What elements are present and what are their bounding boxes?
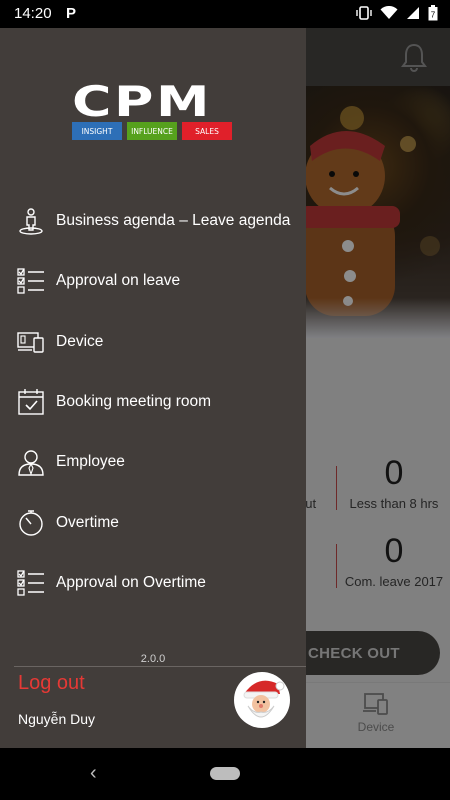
menu-item-approval-on-overtime[interactable]: Approval on Overtime: [0, 553, 306, 613]
battery-icon: 7: [428, 5, 438, 21]
status-bar: 14:20 P 7: [0, 0, 450, 28]
parking-app-icon: P: [66, 5, 77, 22]
menu-item-employee[interactable]: Employee: [0, 432, 306, 492]
menu-label: Device: [56, 332, 104, 350]
santa-avatar-image: [235, 673, 289, 727]
menu-item-device[interactable]: Device: [0, 312, 306, 372]
logo-text: CPM: [72, 77, 213, 126]
menu-label: Overtime: [56, 513, 119, 531]
checklist-icon: [17, 570, 44, 596]
signal-icon: [407, 7, 419, 19]
menu-label: Employee: [56, 453, 125, 471]
wifi-icon: [380, 6, 398, 19]
menu-item-approval-on-leave[interactable]: Approval on leave: [0, 251, 306, 311]
menu-label: Business agenda – Leave agenda: [56, 212, 291, 230]
menu-item-booking-meeting-room[interactable]: Booking meeting room: [0, 372, 306, 432]
devices-icon: [17, 332, 44, 353]
vibrate-icon: [356, 6, 372, 20]
cpm-logo: CPM INSIGHT INFLUENCE SALES: [72, 81, 234, 144]
menu-item-business-agenda[interactable]: Business agenda – Leave agenda: [0, 191, 306, 251]
menu-label: Approval on Overtime: [56, 573, 206, 591]
person-location-icon: [19, 208, 43, 235]
stopwatch-icon: [19, 509, 43, 536]
system-navigation-bar: ‹: [0, 748, 450, 800]
app-version: 2.0.0: [140, 653, 166, 665]
calendar-check-icon: [18, 389, 44, 415]
menu-label: Approval on leave: [56, 272, 181, 290]
status-time: 14:20: [14, 5, 52, 22]
checklist-icon: [17, 268, 44, 295]
svg-text:7: 7: [431, 11, 436, 20]
menu-item-overtime[interactable]: Overtime: [0, 492, 306, 552]
back-icon[interactable]: ‹: [90, 762, 97, 785]
avatar[interactable]: [234, 672, 290, 728]
logout-button[interactable]: Log out: [18, 672, 85, 695]
home-pill-icon[interactable]: [210, 767, 240, 780]
status-icons: 7: [356, 5, 438, 21]
navigation-drawer: CPM INSIGHT INFLUENCE SALES Business age…: [0, 28, 306, 748]
user-name: Nguyễn Duy: [18, 711, 96, 727]
screen: 14:20 P 7 out 0 Less than 8 hrs 0 Com. l…: [0, 0, 450, 800]
drawer-menu: Business agenda – Leave agenda Approval …: [0, 191, 306, 613]
employee-icon: [18, 450, 44, 477]
menu-label: Booking meeting room: [56, 393, 212, 411]
drawer-divider: [14, 666, 306, 667]
